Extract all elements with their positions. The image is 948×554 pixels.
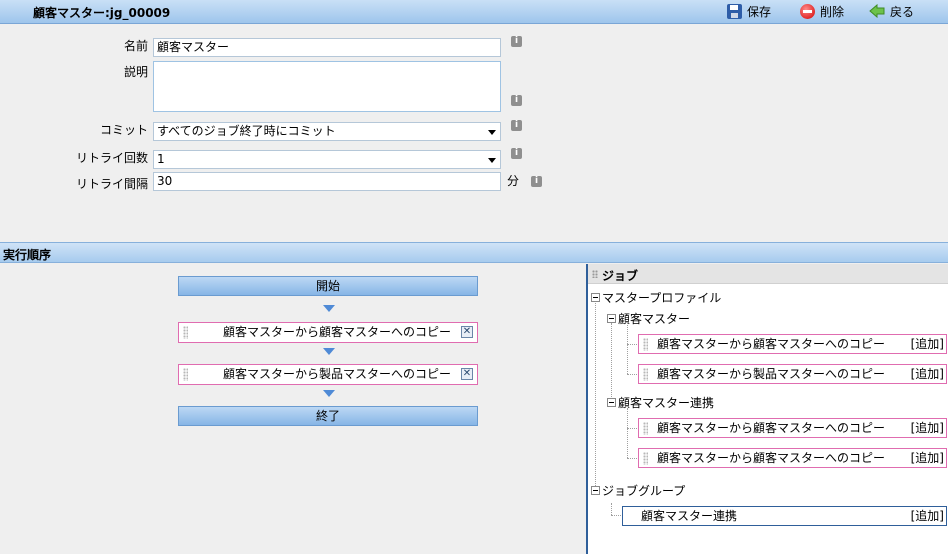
tree-connector [627, 344, 637, 345]
tree-connector [611, 503, 612, 515]
save-label: 保存 [747, 4, 772, 19]
save-button[interactable]: 保存 [727, 2, 771, 20]
tree-folder-customer-master-link[interactable]: 顧客マスター連携 [607, 394, 714, 411]
back-label: 戻る [890, 4, 915, 19]
add-job-link[interactable]: [追加] [911, 365, 944, 383]
delete-icon [800, 3, 815, 19]
add-group-link[interactable]: [追加] [911, 507, 944, 525]
name-label: 名前 [123, 39, 148, 53]
flow-step-label: 顧客マスターから製品マスターへのコピー [223, 367, 452, 381]
commit-label: コミット [99, 123, 148, 137]
flow-end: 終了 [178, 406, 478, 426]
description-textarea[interactable] [153, 61, 501, 112]
tree-job-item[interactable]: 顧客マスターから顧客マスターへのコピー [追加] [638, 448, 947, 468]
flow-arrow-icon [323, 305, 335, 312]
retry-interval-unit: 分 [507, 174, 520, 188]
tree-job-label: 顧客マスターから顧客マスターへのコピー [657, 421, 886, 435]
tree-job-label: 顧客マスターから製品マスターへのコピー [657, 367, 886, 381]
commit-selected-value: すべてのジョブ終了時にコミット [157, 124, 336, 138]
tree-connector [611, 515, 621, 516]
tree-connector [627, 374, 637, 375]
retry-count-label: リトライ回数 [75, 151, 148, 165]
delete-label: 削除 [820, 4, 845, 19]
drag-handle-icon[interactable] [643, 422, 648, 435]
retry-count-info-icon[interactable]: i [511, 148, 522, 159]
job-group-form: 名前 顧客マスター i 説明 i コミット すべてのジョブ終了時にコミット i … [0, 25, 948, 242]
tree-job-item[interactable]: 顧客マスターから顧客マスターへのコピー [追加] [638, 334, 947, 354]
retry-interval-info-icon[interactable]: i [531, 176, 542, 187]
tree-folder-label: ジョブグループ [602, 484, 686, 498]
drag-handle-icon[interactable] [643, 368, 648, 381]
drag-dots-icon [592, 270, 598, 278]
tree-folder-job-group[interactable]: ジョブグループ [591, 482, 685, 499]
page-header: 顧客マスター:jg_00009 保存 削除 戻る [0, 0, 948, 24]
drag-handle-icon[interactable] [643, 338, 648, 351]
add-job-link[interactable]: [追加] [911, 335, 944, 353]
job-tree-pane: ジョブ マスタープロファイル 顧客マスター 顧客マスターから顧客マスターへのコピ… [588, 264, 948, 554]
retry-interval-label: リトライ間隔 [75, 177, 148, 191]
collapse-icon[interactable] [607, 398, 616, 407]
retry-interval-input[interactable]: 30 [153, 172, 501, 191]
flow-step-label: 顧客マスターから顧客マスターへのコピー [223, 325, 452, 339]
save-icon [727, 3, 742, 19]
flow-step[interactable]: 顧客マスターから顧客マスターへのコピー ✕ [178, 322, 478, 343]
dropdown-arrow-icon [488, 158, 496, 163]
name-info-icon[interactable]: i [511, 36, 522, 47]
commit-info-icon[interactable]: i [511, 120, 522, 131]
description-label: 説明 [123, 65, 148, 79]
drag-handle-icon[interactable] [183, 368, 188, 381]
tree-job-label: 顧客マスターから顧客マスターへのコピー [657, 337, 886, 351]
collapse-icon[interactable] [591, 293, 600, 302]
tree-job-item[interactable]: 顧客マスターから製品マスターへのコピー [追加] [638, 364, 947, 384]
tree-folder-label: 顧客マスター [618, 312, 691, 326]
collapse-icon[interactable] [591, 486, 600, 495]
execution-order-header: 実行順序 [0, 242, 948, 263]
tree-connector [627, 408, 628, 458]
drag-handle-icon[interactable] [183, 326, 188, 339]
retry-count-selected-value: 1 [157, 152, 165, 166]
name-input[interactable]: 顧客マスター [153, 38, 501, 57]
tree-connector [627, 428, 637, 429]
description-info-icon[interactable]: i [511, 95, 522, 106]
job-tree-header: ジョブ [588, 264, 948, 284]
remove-step-icon[interactable]: ✕ [461, 326, 473, 338]
dropdown-arrow-icon [488, 130, 496, 135]
tree-job-label: 顧客マスターから顧客マスターへのコピー [657, 451, 886, 465]
tree-connector [595, 301, 596, 488]
tree-folder-customer-master[interactable]: 顧客マスター [607, 310, 690, 327]
tree-connector [627, 458, 637, 459]
commit-select[interactable]: すべてのジョブ終了時にコミット [153, 122, 501, 141]
tree-folder-label: 顧客マスター連携 [618, 396, 715, 410]
job-tree-title: ジョブ [602, 269, 639, 283]
flow-arrow-icon [323, 390, 335, 397]
page-title: 顧客マスター:jg_00009 [33, 6, 171, 20]
flow-start: 開始 [178, 276, 478, 296]
tree-group-label: 顧客マスター連携 [641, 509, 738, 523]
tree-job-item[interactable]: 顧客マスターから顧客マスターへのコピー [追加] [638, 418, 947, 438]
flow-step[interactable]: 顧客マスターから製品マスターへのコピー ✕ [178, 364, 478, 385]
tree-group-item[interactable]: 顧客マスター連携 [追加] [622, 506, 947, 526]
flow-arrow-icon [323, 348, 335, 355]
remove-step-icon[interactable]: ✕ [461, 368, 473, 380]
tree-connector [627, 323, 628, 374]
execution-order-pane: 開始 顧客マスターから顧客マスターへのコピー ✕ 顧客マスターから製品マスターへ… [0, 264, 586, 554]
delete-button[interactable]: 削除 [800, 2, 844, 20]
collapse-icon[interactable] [607, 314, 616, 323]
tree-folder-master-profile[interactable]: マスタープロファイル [591, 289, 721, 306]
execution-order-title: 実行順序 [3, 248, 52, 262]
drag-handle-icon[interactable] [643, 452, 648, 465]
retry-count-select[interactable]: 1 [153, 150, 501, 169]
back-arrow-icon [869, 4, 885, 18]
tree-folder-label: マスタープロファイル [602, 291, 722, 305]
add-job-link[interactable]: [追加] [911, 449, 944, 467]
back-button[interactable]: 戻る [869, 2, 914, 20]
add-job-link[interactable]: [追加] [911, 419, 944, 437]
